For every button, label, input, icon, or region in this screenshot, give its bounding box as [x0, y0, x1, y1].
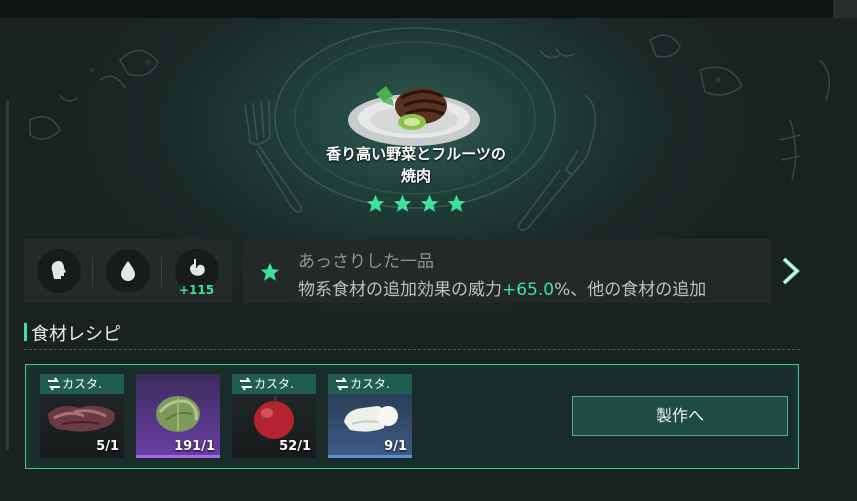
grilled-meat-plate-icon — [348, 86, 480, 146]
rarity-bar — [136, 455, 220, 458]
make-button[interactable]: 製作へ — [572, 396, 788, 436]
star-icon — [366, 194, 385, 212]
dish-title-line1: 香り高い野菜とフルーツの — [326, 145, 506, 163]
section-title: 食材レシピ — [31, 324, 121, 345]
star-icon — [420, 194, 439, 212]
effect-box: あっさりした一品 物系食材の追加効果の威力+65.0%、他の食材の追加 — [243, 239, 771, 303]
effect-desc-suffix: %、他の食材の追加 — [554, 280, 707, 300]
dish-title-line2: 焼肉 — [400, 167, 431, 185]
custom-tag: カスタ. — [40, 374, 124, 394]
effect-title: あっさりした一品 — [298, 252, 434, 272]
custom-tag: カスタ. — [328, 374, 412, 394]
star-icon — [393, 194, 412, 212]
ingredient-slot-cheese[interactable]: カスタ. 9/1 — [328, 374, 412, 458]
effect-desc-prefix: 物系食材の追加効果の威力 — [298, 280, 502, 300]
section-divider — [24, 349, 800, 350]
ingredient-count: 9/1 — [384, 439, 407, 454]
star-icon — [260, 262, 280, 281]
stat-stomach[interactable]: +115 — [162, 239, 231, 303]
effect-fade — [701, 239, 771, 303]
swap-icon — [336, 377, 348, 391]
stat-head[interactable] — [24, 239, 93, 303]
custom-tag-label: カスタ. — [350, 377, 390, 391]
head-icon — [51, 261, 66, 279]
effect-desc-value: +65.0 — [502, 280, 555, 300]
custom-tag: カスタ. — [232, 374, 316, 394]
ingredient-count: 52/1 — [279, 439, 311, 454]
swap-icon — [240, 377, 252, 391]
rarity-bar — [328, 455, 412, 458]
chevron-right-icon[interactable] — [780, 256, 802, 286]
water-drop-icon — [121, 261, 135, 281]
stomach-icon — [190, 259, 205, 276]
custom-tag-label: カスタ. — [254, 377, 294, 391]
ingredient-count: 191/1 — [174, 439, 215, 454]
custom-tag-label: カスタ. — [62, 377, 102, 391]
effect-description: 物系食材の追加効果の威力+65.0%、他の食材の追加 — [298, 275, 706, 300]
swap-icon — [48, 377, 60, 391]
dish-title: 香り高い野菜とフルーツの 焼肉 — [296, 143, 536, 187]
stat-value: +115 — [178, 283, 215, 297]
ingredient-slot-meat[interactable]: カスタ. 5/1 — [40, 374, 124, 458]
star-icon — [447, 194, 466, 212]
stats-box: +115 — [24, 239, 232, 303]
ingredient-count: 5/1 — [96, 439, 119, 454]
rating-stars — [365, 193, 475, 215]
stat-water[interactable] — [93, 239, 162, 303]
ingredient-slot-cabbage[interactable]: 191/1 — [136, 374, 220, 458]
section-accent-bar — [24, 323, 27, 341]
ingredient-slot-apple[interactable]: カスタ. 52/1 — [232, 374, 316, 458]
